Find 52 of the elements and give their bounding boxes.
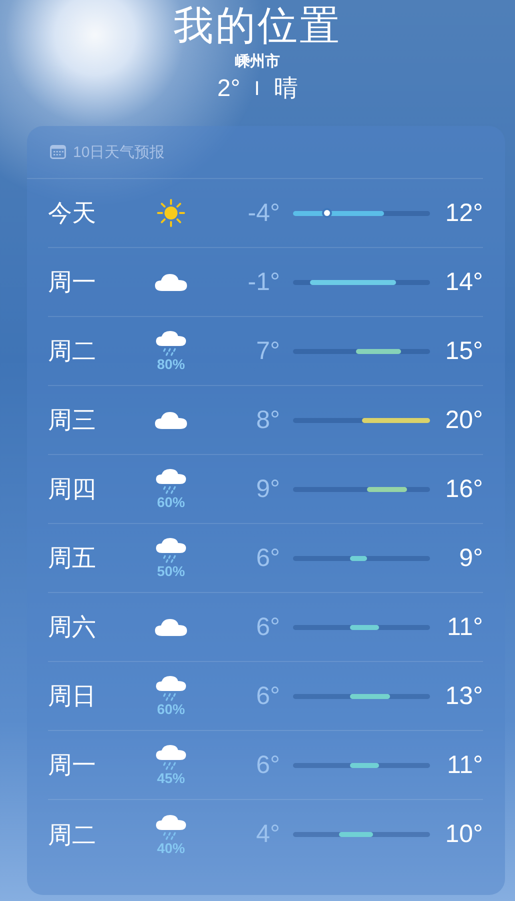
current-condition: 晴 [274, 74, 298, 104]
location-title: 我的位置 [174, 3, 342, 50]
high-temperature: 9° [458, 544, 483, 572]
high-temperature: 11° [446, 750, 483, 780]
day-label: 周六 [48, 613, 97, 643]
city-name: 嵊州市 [235, 52, 280, 72]
rain-cloud-icon [155, 744, 187, 770]
cloud-icon [154, 272, 188, 292]
low-temperature: 7° [255, 336, 280, 366]
high-temperature: 10° [444, 820, 483, 849]
day-label: 今天 [48, 199, 97, 229]
day-label: 周二 [48, 337, 97, 367]
rain-cloud-icon [155, 330, 187, 356]
rain-cloud-icon [155, 537, 187, 563]
cloud-icon [154, 617, 188, 637]
high-temperature: 13° [444, 682, 483, 710]
low-temperature: 6° [255, 612, 280, 642]
day-label: 周五 [48, 544, 97, 574]
low-temperature: 8° [255, 406, 280, 434]
precipitation-chance: 45% [156, 770, 186, 786]
calendar-icon [50, 145, 66, 159]
precipitation-chance: 80% [156, 356, 186, 372]
forecast-header: 10日天气预报 [73, 142, 165, 162]
rain-cloud-icon [155, 675, 187, 701]
day-label: 周一 [48, 268, 97, 298]
low-temperature: 9° [255, 474, 280, 504]
current-temperature: 2° [217, 74, 240, 104]
sun-icon [156, 198, 186, 228]
precipitation-chance: 50% [156, 563, 186, 579]
day-label: 周四 [48, 475, 97, 505]
day-label: 周二 [48, 820, 97, 850]
high-temperature: 15° [444, 336, 483, 366]
low-temperature: 6° [255, 544, 280, 572]
day-label: 周日 [48, 682, 97, 712]
high-temperature: 12° [444, 198, 483, 228]
high-temperature: 14° [444, 268, 483, 296]
separator: I [254, 77, 260, 102]
precipitation-chance: 60% [156, 494, 186, 510]
high-temperature: 16° [444, 474, 483, 504]
high-temperature: 20° [444, 406, 483, 434]
day-label: 周一 [48, 751, 97, 781]
precipitation-chance: 60% [156, 701, 186, 717]
low-temperature: -4° [246, 198, 280, 228]
low-temperature: 6° [255, 750, 280, 780]
low-temperature: 4° [255, 820, 280, 849]
rain-cloud-icon [155, 814, 187, 840]
cloud-icon [154, 410, 188, 430]
low-temperature: 6° [255, 682, 280, 710]
low-temperature: -1° [246, 268, 280, 296]
day-label: 周三 [48, 406, 97, 436]
high-temperature: 11° [446, 612, 483, 642]
rain-cloud-icon [155, 468, 187, 494]
